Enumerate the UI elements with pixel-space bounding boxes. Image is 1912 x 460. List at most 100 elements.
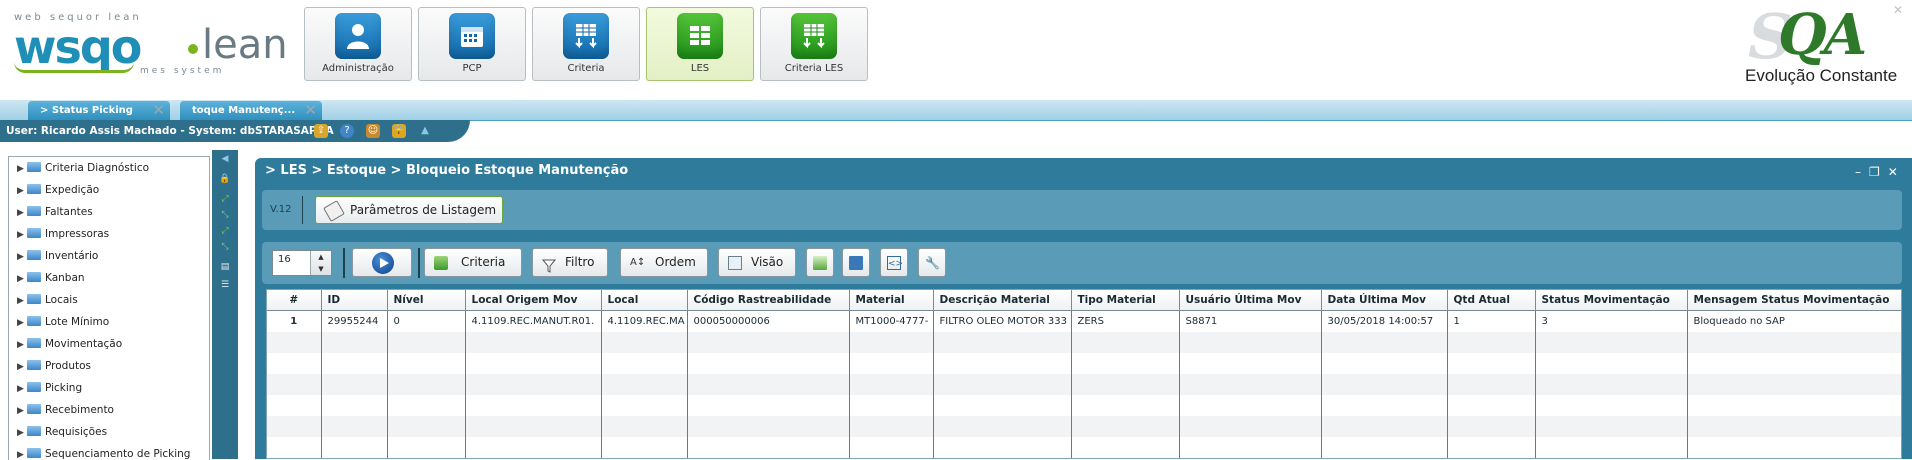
sidebar-item-expedicao[interactable]: ▶ Expedição bbox=[17, 181, 99, 199]
expand-all-icon[interactable]: ⤢ bbox=[219, 226, 231, 236]
spin-up-icon[interactable]: ▲ bbox=[311, 251, 331, 263]
sidebar-item-impressoras[interactable]: ▶ Impressoras bbox=[17, 225, 109, 243]
module-button-criteria[interactable]: Criteria bbox=[532, 7, 640, 81]
module-button-criteria-les[interactable]: Criteria LES bbox=[760, 7, 868, 81]
sidebar-item-faltantes[interactable]: ▶ Faltantes bbox=[17, 203, 93, 221]
tools-button[interactable]: 🔧 bbox=[918, 248, 946, 277]
expand-arrow-icon[interactable]: ▶ bbox=[17, 380, 27, 398]
expand-arrow-icon[interactable]: ▶ bbox=[17, 270, 27, 288]
help-icon[interactable]: ? bbox=[340, 124, 354, 138]
save-icon bbox=[849, 256, 863, 270]
sidebar-item-picking[interactable]: ▶ Picking bbox=[17, 379, 82, 397]
column-header[interactable]: Material bbox=[849, 290, 934, 311]
view-button[interactable]: Visão bbox=[718, 248, 796, 277]
sidebar-item-recebimento[interactable]: ▶ Recebimento bbox=[17, 401, 114, 419]
close-icon[interactable]: ✕ bbox=[304, 101, 317, 120]
windows-icon[interactable]: ▤ bbox=[219, 262, 231, 272]
expand-arrow-icon[interactable]: ▶ bbox=[17, 446, 27, 460]
sidebar-item-sequenciamento-picking[interactable]: ▶ Sequenciamento de Picking bbox=[17, 445, 190, 460]
sidebar-item-requisicoes[interactable]: ▶ Requisições bbox=[17, 423, 107, 441]
table-cell: ZERS bbox=[1071, 310, 1180, 332]
restore-icon[interactable]: ❐ bbox=[1869, 165, 1888, 179]
module-button-administracao[interactable]: Administração bbox=[304, 7, 412, 81]
expand-arrow-icon[interactable]: ▶ bbox=[17, 358, 27, 376]
collapse-left-icon[interactable]: ◀ bbox=[219, 154, 231, 164]
column-header[interactable]: ID bbox=[321, 290, 388, 311]
module-button-les[interactable]: LES bbox=[646, 7, 754, 81]
shrink-icon[interactable]: ⤡ bbox=[219, 210, 231, 220]
sidebar-item-label: Picking bbox=[45, 382, 83, 394]
filter-button[interactable]: Filtro bbox=[532, 248, 608, 277]
view-label: Visão bbox=[751, 255, 784, 269]
column-header[interactable]: Código Rastreabilidade bbox=[687, 290, 850, 311]
lock-icon[interactable]: 🔒 bbox=[219, 174, 231, 184]
collapse-up-icon[interactable]: ▲ bbox=[418, 124, 432, 138]
sidebar-item-kanban[interactable]: ▶ Kanban bbox=[17, 269, 85, 287]
column-header[interactable]: Descrição Material bbox=[933, 290, 1072, 311]
expand-arrow-icon[interactable]: ▶ bbox=[17, 160, 27, 178]
column-header[interactable]: Usuário Última Mov bbox=[1179, 290, 1322, 311]
rows-count-stepper[interactable]: 16 ▲ ▼ bbox=[272, 250, 332, 276]
version-label: V.12 bbox=[270, 204, 292, 215]
sidebar-item-label: Impressoras bbox=[45, 228, 110, 240]
sidebar-item-produtos[interactable]: ▶ Produtos bbox=[17, 357, 91, 375]
expand-arrow-icon[interactable]: ▶ bbox=[17, 226, 27, 244]
sidebar-item-label: Inventário bbox=[45, 250, 99, 262]
column-header[interactable]: # bbox=[267, 290, 322, 311]
partner-tagline: Evolução Constante bbox=[1745, 66, 1898, 85]
export-excel-button[interactable] bbox=[806, 248, 834, 277]
grid-icon bbox=[677, 13, 723, 59]
expand-arrow-icon[interactable]: ▶ bbox=[17, 248, 27, 266]
list-icon[interactable]: ☰ bbox=[219, 280, 231, 290]
column-header[interactable]: Mensagem Status Movimentação bbox=[1687, 290, 1901, 311]
sidebar-item-lote-minimo[interactable]: ▶ Lote Mínimo bbox=[17, 313, 109, 331]
expand-arrow-icon[interactable]: ▶ bbox=[17, 402, 27, 420]
column-header[interactable]: Data Última Mov bbox=[1321, 290, 1448, 311]
minimize-icon[interactable]: – bbox=[1855, 165, 1869, 179]
criteria-button[interactable]: Criteria bbox=[424, 248, 522, 277]
empty-row bbox=[267, 395, 1901, 416]
expand-icon[interactable]: ⤢ bbox=[219, 194, 231, 204]
module-button-pcp[interactable]: PCP bbox=[418, 7, 526, 81]
side-action-strip: ◀ 🔒 ⤢ ⤡ ⤢ ⤡ ▤ ☰ bbox=[212, 150, 238, 459]
column-header[interactable]: Local Origem Mov bbox=[465, 290, 602, 311]
sidebar-item-label: Locais bbox=[45, 294, 78, 306]
sidebar-item-inventario[interactable]: ▶ Inventário bbox=[17, 247, 98, 265]
tab-estoque-manutencao[interactable]: toque Manutenç... ✕ bbox=[180, 101, 322, 120]
expand-arrow-icon[interactable]: ▶ bbox=[17, 336, 27, 354]
tab-status-picking[interactable]: > Status Picking ✕ bbox=[28, 101, 170, 120]
collapse-all-icon[interactable]: ⤡ bbox=[219, 242, 231, 252]
users-icon[interactable]: ☺ bbox=[366, 124, 380, 138]
folder-icon bbox=[27, 338, 41, 348]
close-icon[interactable]: ✕ bbox=[1888, 165, 1906, 179]
lock-icon[interactable]: 🔒 bbox=[392, 124, 406, 138]
expand-arrow-icon[interactable]: ▶ bbox=[17, 292, 27, 310]
expand-arrow-icon[interactable]: ▶ bbox=[17, 182, 27, 200]
table-row[interactable]: 1 29955244 0 4.1109.REC.MANUT.R01. 4.110… bbox=[267, 310, 1901, 332]
order-button[interactable]: A↕ Ordem bbox=[620, 248, 708, 277]
column-header[interactable]: Tipo Material bbox=[1071, 290, 1180, 311]
column-header[interactable]: Local bbox=[601, 290, 688, 311]
run-button[interactable] bbox=[352, 248, 412, 277]
listing-parameters-button[interactable]: Parâmetros de Listagem bbox=[315, 196, 503, 224]
save-button[interactable] bbox=[842, 248, 870, 277]
column-header[interactable]: Nível bbox=[387, 290, 466, 311]
stepper-buttons[interactable]: ▲ ▼ bbox=[310, 251, 331, 275]
empty-row bbox=[267, 332, 1901, 353]
spin-down-icon[interactable]: ▼ bbox=[311, 263, 331, 275]
close-icon[interactable]: ✕ bbox=[152, 101, 165, 120]
criteria-icon bbox=[563, 13, 609, 59]
expand-arrow-icon[interactable]: ▶ bbox=[17, 314, 27, 332]
expand-arrow-icon[interactable]: ▶ bbox=[17, 424, 27, 442]
column-header[interactable]: Status Movimentação bbox=[1535, 290, 1688, 311]
sidebar-item-movimentacao[interactable]: ▶ Movimentação bbox=[17, 335, 122, 353]
module-label: PCP bbox=[462, 63, 482, 74]
sidebar-item-criteria-diagnostico[interactable]: ▶ Criteria Diagnóstico bbox=[17, 159, 149, 177]
expand-arrow-icon[interactable]: ▶ bbox=[17, 204, 27, 222]
code-button[interactable]: <> bbox=[880, 248, 908, 277]
close-icon[interactable]: ✕ bbox=[1893, 3, 1903, 17]
export-icon[interactable]: ⇪ bbox=[314, 124, 328, 138]
sidebar-item-locais[interactable]: ▶ Locais bbox=[17, 291, 78, 309]
column-header[interactable]: Qtd Atual bbox=[1447, 290, 1536, 311]
divider bbox=[302, 196, 303, 224]
